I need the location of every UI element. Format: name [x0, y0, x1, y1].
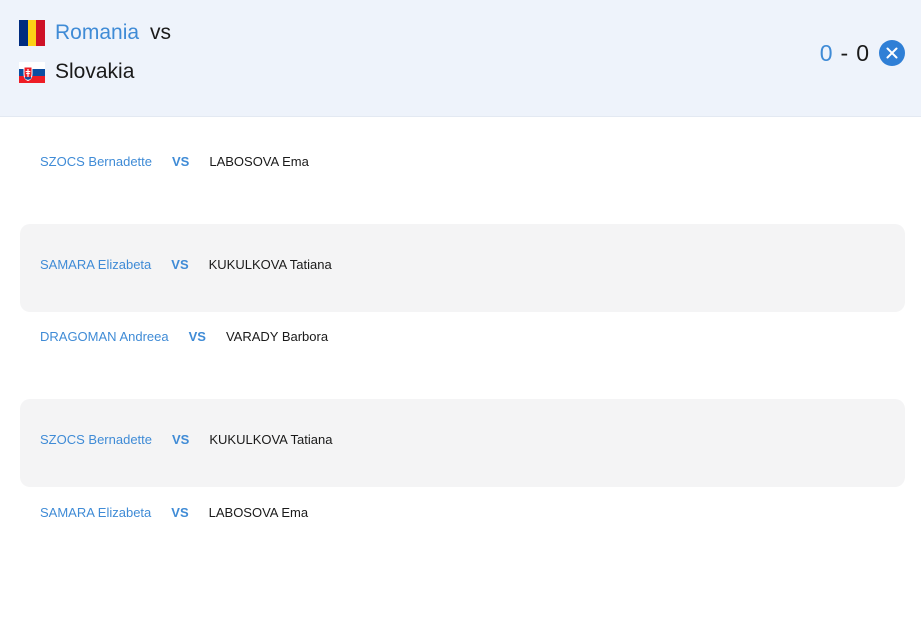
vs-label: VS [171, 505, 189, 520]
vs-label: VS [172, 154, 190, 169]
match-row[interactable]: DRAGOMAN Andreea VS VARADY Barbora [20, 296, 905, 384]
home-team-name[interactable]: Romania [55, 18, 139, 48]
player1-name[interactable]: SZOCS Bernadette [40, 154, 152, 170]
match-line: SAMARA Elizabeta VS KUKULKOVA Tatiana [40, 257, 332, 273]
romania-flag-icon [19, 20, 45, 46]
vs-label: VS [172, 432, 190, 447]
home-score: 0 [819, 40, 833, 66]
scoreboard: 0 - 0 [820, 36, 869, 70]
player1-name[interactable]: SAMARA Elizabeta [40, 505, 151, 521]
player2-name[interactable]: LABOSOVA Ema [209, 154, 308, 170]
match-row[interactable]: SAMARA Elizabeta VS LABOSOVA Ema [20, 472, 905, 560]
home-team-row: Romania vs [19, 18, 171, 48]
slovakia-flag-icon [19, 59, 45, 85]
player2-name[interactable]: KUKULKOVA Tatiana [209, 257, 332, 273]
match-line: SZOCS Bernadette VS KUKULKOVA Tatiana [40, 432, 332, 448]
vs-label: VS [171, 257, 189, 272]
vs-label: VS [188, 329, 206, 344]
match-line: SZOCS Bernadette VS LABOSOVA Ema [40, 154, 309, 170]
player1-name[interactable]: DRAGOMAN Andreea [40, 329, 169, 345]
away-team-row: Slovakia [19, 57, 134, 87]
player1-name[interactable]: SZOCS Bernadette [40, 432, 152, 448]
player2-name[interactable]: LABOSOVA Ema [209, 505, 308, 521]
match-row[interactable]: SZOCS Bernadette VS LABOSOVA Ema [20, 121, 905, 209]
away-score: 0 [856, 40, 869, 66]
score-separator: - [840, 40, 849, 66]
match-line: SAMARA Elizabeta VS LABOSOVA Ema [40, 505, 308, 521]
away-team-name[interactable]: Slovakia [55, 57, 134, 87]
player1-name[interactable]: SAMARA Elizabeta [40, 257, 151, 273]
close-icon [879, 40, 905, 66]
close-button[interactable] [879, 40, 905, 66]
player2-name[interactable]: KUKULKOVA Tatiana [209, 432, 332, 448]
header-vs-label: vs [150, 21, 172, 44]
match-header: Romania vs Slovakia 0 - 0 [0, 0, 921, 117]
match-line: DRAGOMAN Andreea VS VARADY Barbora [40, 329, 328, 345]
player2-name[interactable]: VARADY Barbora [226, 329, 328, 345]
